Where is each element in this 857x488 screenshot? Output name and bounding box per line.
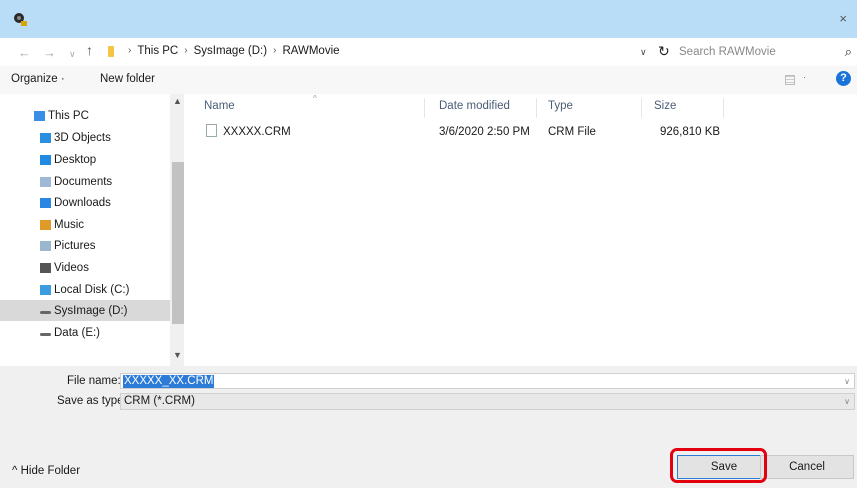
up-arrow-icon[interactable]: ↑ xyxy=(86,43,93,57)
column-header-date-modified[interactable]: Date modified xyxy=(439,100,510,112)
sidebar-item-label: Videos xyxy=(54,261,89,274)
navigation-scrollbar[interactable]: ▲ ▼ xyxy=(170,94,184,366)
breadcrumb-separator: › xyxy=(273,45,277,56)
search-placeholder: Search RAWMovie xyxy=(679,46,776,58)
scrollbar-thumb[interactable] xyxy=(172,162,184,324)
documents-icon xyxy=(40,176,51,187)
view-dropdown-icon[interactable]: · xyxy=(803,72,806,82)
sidebar-item-label: Local Disk (C:) xyxy=(54,283,130,296)
breadcrumb-this-pc[interactable]: This PC xyxy=(137,45,178,57)
music-icon xyxy=(40,219,51,230)
sidebar-item-sysimage-d[interactable]: SysImage (D:) xyxy=(0,300,170,321)
cancel-button[interactable]: Cancel xyxy=(760,455,854,479)
sidebar-item-label: Pictures xyxy=(54,239,96,252)
sidebar-item-label: Documents xyxy=(54,175,113,188)
save-as-type-select[interactable]: CRM (*.CRM) ∨ xyxy=(120,393,855,410)
sidebar-item-downloads[interactable]: Downloads xyxy=(0,192,170,213)
file-name-field[interactable]: XXXXX_XX.CRM ∨ xyxy=(120,373,855,389)
file-name-label: File name: xyxy=(67,375,121,387)
view-options-icon[interactable] xyxy=(785,75,795,85)
column-divider[interactable] xyxy=(424,98,425,118)
chevron-down-icon[interactable]: ∨ xyxy=(844,397,850,406)
pictures-icon xyxy=(40,240,51,251)
help-icon[interactable]: ? xyxy=(836,71,851,86)
sidebar-item-music[interactable]: Music xyxy=(0,214,170,235)
recent-locations-icon[interactable]: ∨ xyxy=(69,48,76,61)
search-icon[interactable]: ⌕ xyxy=(845,44,852,60)
sidebar-item-3d-objects[interactable]: 3D Objects xyxy=(0,127,170,148)
back-arrow-icon[interactable]: ← xyxy=(18,46,31,59)
sidebar-item-this-pc[interactable]: This PC xyxy=(0,105,170,126)
sidebar-item-label: SysImage (D:) xyxy=(54,304,128,317)
sort-indicator-icon: ^ xyxy=(313,94,317,103)
videos-icon xyxy=(40,262,51,273)
sidebar-item-pictures[interactable]: Pictures xyxy=(0,235,170,256)
save-as-type-value: CRM (*.CRM) xyxy=(124,395,195,407)
column-divider[interactable] xyxy=(641,98,642,118)
file-date-modified: 3/6/2020 2:50 PM xyxy=(439,126,530,138)
drive-icon xyxy=(40,333,51,336)
navigation-pane: This PC 3D Objects Desktop Documents Downloa… xyxy=(0,94,186,366)
sidebar-item-label: Desktop xyxy=(54,153,97,166)
scroll-up-icon[interactable]: ▲ xyxy=(173,96,182,106)
new-folder-button[interactable]: New folder xyxy=(100,73,155,85)
column-header-name[interactable]: Name xyxy=(204,100,235,112)
refresh-icon[interactable]: ↻ xyxy=(658,43,670,60)
camera-app-icon xyxy=(14,13,27,26)
sidebar-item-data-e[interactable]: Data (E:) xyxy=(0,322,170,343)
address-dropdown-icon[interactable]: ∨ xyxy=(640,47,647,58)
breadcrumb-rawmovie[interactable]: RAWMovie xyxy=(282,45,339,57)
breadcrumb-sysimage[interactable]: SysImage (D:) xyxy=(194,45,268,57)
sidebar-item-label: This PC xyxy=(48,109,89,122)
sidebar-item-label: 3D Objects xyxy=(54,131,111,144)
title-bar: × xyxy=(0,0,857,38)
save-as-type-label: Save as type: xyxy=(57,395,127,407)
column-divider[interactable] xyxy=(723,98,724,118)
organize-button[interactable]: Organize · xyxy=(11,73,65,85)
file-icon xyxy=(206,124,217,137)
file-name: XXXXX.CRM xyxy=(223,126,291,138)
save-button-highlight xyxy=(670,448,767,483)
downloads-icon xyxy=(40,197,51,208)
file-size: 926,810 KB xyxy=(660,126,721,138)
sidebar-item-videos[interactable]: Videos xyxy=(0,257,170,278)
sidebar-item-label: Downloads xyxy=(54,196,111,209)
file-list: ^ Name Date modified Type Size XXXXX.CRM… xyxy=(186,94,857,366)
3d-objects-icon xyxy=(40,132,51,143)
chevron-down-icon[interactable]: ∨ xyxy=(844,377,850,386)
column-divider[interactable] xyxy=(536,98,537,118)
folder-icon xyxy=(108,46,114,57)
scroll-down-icon[interactable]: ▼ xyxy=(173,350,182,360)
sidebar-item-local-disk-c[interactable]: Local Disk (C:) xyxy=(0,279,170,300)
breadcrumb-separator: › xyxy=(128,45,132,56)
column-header-size[interactable]: Size xyxy=(654,100,676,112)
breadcrumb: › This PC › SysImage (D:) › RAWMovie xyxy=(122,45,340,57)
drive-icon xyxy=(40,311,51,314)
forward-arrow-icon[interactable]: → xyxy=(43,46,56,59)
sidebar-item-desktop[interactable]: Desktop xyxy=(0,149,170,170)
sidebar-item-documents[interactable]: Documents xyxy=(0,171,170,192)
file-row[interactable]: XXXXX.CRM 3/6/2020 2:50 PM CRM File 926,… xyxy=(186,122,857,142)
file-type: CRM File xyxy=(548,126,596,138)
sidebar-item-label: Music xyxy=(54,218,85,231)
address-bar: ← → ∨ ↑ › This PC › SysImage (D:) › RAWM… xyxy=(0,38,857,66)
sidebar-item-label: Data (E:) xyxy=(54,326,101,339)
command-bar: Organize · New folder · ? xyxy=(0,66,857,94)
column-header-type[interactable]: Type xyxy=(548,100,573,112)
file-name-value: XXXXX_XX.CRM xyxy=(123,375,215,388)
local-disk-icon xyxy=(40,284,51,295)
search-input[interactable]: Search RAWMovie ⌕ xyxy=(671,42,854,63)
hide-folder-button[interactable]: ^ Hide Folder xyxy=(12,465,80,477)
desktop-icon xyxy=(40,154,51,165)
breadcrumb-separator: › xyxy=(184,45,188,56)
pc-icon xyxy=(34,110,45,121)
close-icon[interactable]: × xyxy=(839,12,847,25)
